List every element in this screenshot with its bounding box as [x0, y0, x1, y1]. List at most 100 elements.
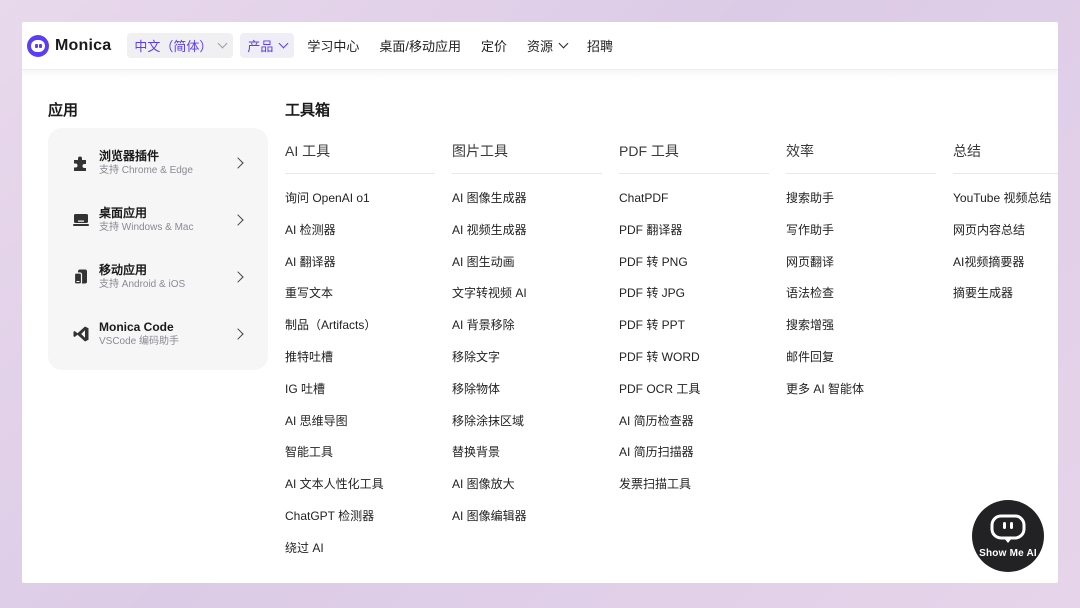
tool-link[interactable]: 邮件回复	[786, 350, 936, 382]
nav-pricing[interactable]: 定价	[474, 33, 514, 58]
chevron-down-icon	[558, 38, 569, 49]
brand[interactable]: Monica	[27, 34, 112, 57]
nav-item-label: 产品	[247, 39, 274, 54]
tool-link[interactable]: 搜索助手	[786, 191, 936, 223]
tool-link[interactable]: IG 吐槽	[285, 382, 435, 414]
nav-item-label: 资源	[527, 39, 554, 54]
brand-name: Monica	[55, 36, 112, 54]
nav-resources[interactable]: 资源	[520, 33, 574, 58]
app-monica-code[interactable]: Monica Code VSCode 编码助手	[48, 305, 268, 362]
nav-item-label: 桌面/移动应用	[379, 39, 461, 54]
app-name: 桌面应用	[99, 205, 148, 220]
app-desktop[interactable]: 桌面应用 支持 Windows & Mac	[48, 191, 268, 248]
tool-link[interactable]: 推特吐槽	[285, 350, 435, 382]
phone-icon	[72, 268, 90, 286]
tool-column-ai-tools: AI 工具 询问 OpenAI o1 AI 检测器 AI 翻译器 重写文本 制品（Arti…	[285, 141, 435, 573]
monica-logo-icon	[27, 34, 49, 57]
tool-link[interactable]: 移除物体	[452, 382, 602, 414]
chevron-down-icon	[278, 38, 289, 49]
nav-item-label: 学习中心	[307, 39, 360, 54]
tool-link[interactable]: AI 文本人性化工具	[285, 477, 435, 509]
nav-desktop-mobile[interactable]: 桌面/移动应用	[372, 33, 468, 58]
chevron-right-icon	[232, 270, 244, 283]
tool-column-head: PDF 工具	[619, 141, 769, 174]
tool-link[interactable]: PDF OCR 工具	[619, 382, 769, 414]
language-label: 中文（简体）	[134, 39, 213, 54]
tool-column-head: 总结	[953, 141, 1058, 174]
tool-link[interactable]: 网页内容总结	[953, 223, 1058, 255]
tool-link[interactable]: 文字转视频 AI	[452, 286, 602, 318]
tool-column-head: 图片工具	[452, 141, 602, 174]
tool-list: 搜索助手 写作助手 网页翻译 语法检查 搜索增强 邮件回复 更多 AI 智能体	[786, 174, 936, 414]
tool-link[interactable]: PDF 转 WORD	[619, 350, 769, 382]
laptop-icon	[72, 211, 90, 229]
tool-link[interactable]: 摘要生成器	[953, 286, 1058, 318]
app-sub: 支持 Android & iOS	[99, 278, 186, 290]
app-name: 移动应用	[99, 262, 148, 277]
tool-link[interactable]: AI 翻译器	[285, 255, 435, 287]
tool-list: YouTube 视频总结 网页内容总结 AI视频摘要器 摘要生成器	[953, 174, 1058, 318]
tool-link[interactable]: PDF 转 JPG	[619, 286, 769, 318]
app-name: Monica Code	[99, 319, 174, 334]
tool-link[interactable]: AI视频摘要器	[953, 255, 1058, 287]
tool-link[interactable]: 重写文本	[285, 286, 435, 318]
tool-link[interactable]: AI 视频生成器	[452, 223, 602, 255]
tool-link[interactable]: PDF 转 PPT	[619, 318, 769, 350]
chevron-right-icon	[232, 156, 244, 169]
tool-link[interactable]: 移除涂抹区域	[452, 414, 602, 446]
app-name: 浏览器插件	[99, 148, 160, 163]
tool-link[interactable]: AI 简历扫描器	[619, 445, 769, 477]
tool-list: AI 图像生成器 AI 视频生成器 AI 图生动画 文字转视频 AI AI 背景移除 移除…	[452, 174, 602, 541]
tool-link[interactable]: 更多 AI 智能体	[786, 382, 936, 414]
tool-link[interactable]: 询问 OpenAI o1	[285, 191, 435, 223]
tool-link[interactable]: ChatPDF	[619, 191, 769, 223]
chevron-down-icon	[217, 38, 228, 49]
tool-link[interactable]: 搜索增强	[786, 318, 936, 350]
tool-link[interactable]: 写作助手	[786, 223, 936, 255]
show-me-ai-badge: Show Me AI	[972, 500, 1044, 572]
tool-link[interactable]: PDF 转 PNG	[619, 255, 769, 287]
tool-link[interactable]: 制品（Artifacts）	[285, 318, 435, 350]
tool-column-head: AI 工具	[285, 141, 435, 174]
app-sub: VSCode 编码助手	[99, 335, 180, 347]
language-select[interactable]: 中文（简体）	[127, 33, 234, 58]
tool-link[interactable]: AI 检测器	[285, 223, 435, 255]
chevron-right-icon	[232, 213, 244, 226]
robot-icon	[990, 514, 1026, 543]
tool-column-summary: 总结 YouTube 视频总结 网页内容总结 AI视频摘要器 摘要生成器	[953, 141, 1058, 318]
tools-title: 工具箱	[285, 102, 331, 119]
top-nav: Monica 中文（简体） 产品 学习中心 桌面/移动应用 定价 资源 招聘	[22, 22, 1058, 70]
app-sub: 支持 Windows & Mac	[99, 221, 194, 233]
tool-link[interactable]: AI 思维导图	[285, 414, 435, 446]
tool-link[interactable]: ChatGPT 检测器	[285, 509, 435, 541]
puzzle-icon	[72, 154, 90, 172]
tool-link[interactable]: 语法检查	[786, 286, 936, 318]
tool-link[interactable]: AI 图像编辑器	[452, 509, 602, 541]
app-browser-extension[interactable]: 浏览器插件 支持 Chrome & Edge	[48, 134, 268, 191]
tool-link[interactable]: AI 图像放大	[452, 477, 602, 509]
mega-menu-window: Monica 中文（简体） 产品 学习中心 桌面/移动应用 定价 资源 招聘 应…	[22, 22, 1058, 583]
tool-link[interactable]: PDF 翻译器	[619, 223, 769, 255]
tool-link[interactable]: YouTube 视频总结	[953, 191, 1058, 223]
badge-text: Show Me AI	[979, 547, 1037, 559]
nav-products[interactable]: 产品	[240, 33, 295, 58]
nav-learning-center[interactable]: 学习中心	[300, 33, 366, 58]
tool-link[interactable]: AI 背景移除	[452, 318, 602, 350]
apps-card: 浏览器插件 支持 Chrome & Edge 桌面应用 支持 Windows &…	[48, 128, 268, 370]
tool-link[interactable]: 替换背景	[452, 445, 602, 477]
tool-link[interactable]: AI 图生动画	[452, 255, 602, 287]
nav-divider	[22, 70, 1058, 78]
chevron-right-icon	[232, 327, 244, 340]
tool-list: 询问 OpenAI o1 AI 检测器 AI 翻译器 重写文本 制品（Artifacts…	[285, 174, 435, 573]
tool-column-head: 效率	[786, 141, 936, 174]
tool-link[interactable]: 智能工具	[285, 445, 435, 477]
tool-link[interactable]: AI 简历检查器	[619, 414, 769, 446]
tool-link[interactable]: AI 图像生成器	[452, 191, 602, 223]
tool-link[interactable]: 发票扫描工具	[619, 477, 769, 509]
tool-link[interactable]: 移除文字	[452, 350, 602, 382]
tool-link[interactable]: 网页翻译	[786, 255, 936, 287]
app-mobile[interactable]: 移动应用 支持 Android & iOS	[48, 248, 268, 305]
apps-title: 应用	[48, 102, 79, 119]
nav-careers[interactable]: 招聘	[580, 33, 620, 58]
tool-link[interactable]: 绕过 AI	[285, 541, 435, 573]
